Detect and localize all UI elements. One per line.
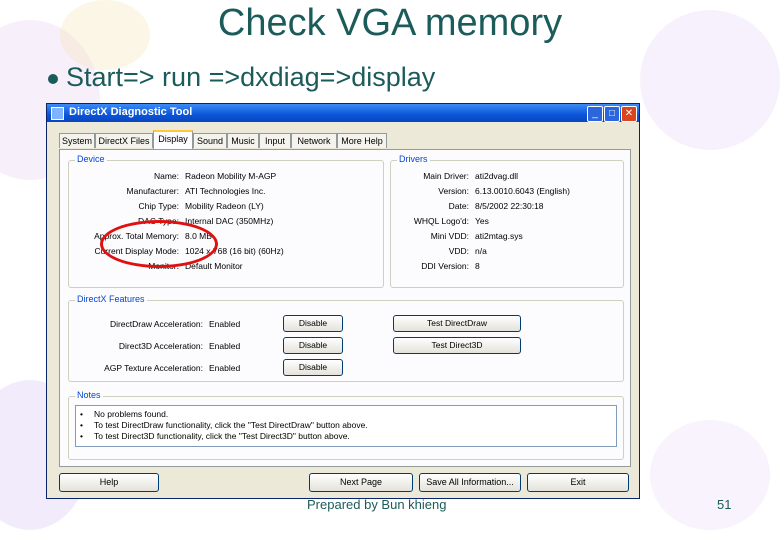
device-key-chip-type: Chip Type: <box>138 201 179 211</box>
bullet-dot-icon <box>48 73 58 84</box>
device-group-label: Device <box>75 154 107 164</box>
driver-key-ddi: DDI Version: <box>421 261 469 271</box>
driver-key-main: Main Driver: <box>423 171 469 181</box>
tab-system[interactable]: System <box>59 133 95 148</box>
minimize-button[interactable]: _ <box>587 106 603 122</box>
notes-box[interactable]: • No problems found. • To test DirectDraw … <box>75 405 617 447</box>
save-all-information-button[interactable]: Save All Information... <box>419 473 521 492</box>
help-button[interactable]: Help <box>59 473 159 492</box>
driver-key-version: Version: <box>438 186 469 196</box>
footer-text: Prepared by Bun khieng <box>307 497 447 512</box>
tab-music[interactable]: Music <box>227 133 259 148</box>
test-direct3d-button[interactable]: Test Direct3D <box>393 337 521 354</box>
page-number: 51 <box>717 497 732 512</box>
note-text: To test Direct3D functionality, click th… <box>94 431 350 441</box>
driver-key-mini-vdd: Mini VDD: <box>430 231 469 241</box>
test-directdraw-button[interactable]: Test DirectDraw <box>393 315 521 332</box>
driver-value-mini-vdd: ati2mtag.sys <box>475 231 523 241</box>
notes-group-label: Notes <box>75 390 103 400</box>
driver-value-whql: Yes <box>475 216 489 226</box>
maximize-button[interactable]: □ <box>604 106 620 122</box>
note-item: • No problems found. <box>80 409 168 419</box>
bullet-text: Start=> run =>dxdiag=>display <box>66 62 436 92</box>
bullet-icon: • <box>80 431 83 441</box>
disable-agp-button[interactable]: Disable <box>283 359 343 376</box>
feature-value-directdraw: Enabled <box>209 319 241 329</box>
disable-direct3d-button[interactable]: Disable <box>283 337 343 354</box>
disable-directdraw-button[interactable]: Disable <box>283 315 343 332</box>
window-titlebar[interactable]: DirectX Diagnostic Tool _ □ ✕ <box>47 104 639 122</box>
device-value-name: Radeon Mobility M-AGP <box>185 171 277 181</box>
feature-value-direct3d: Enabled <box>209 341 241 351</box>
drivers-group: Drivers Main Driver: ati2dvag.dll Versio… <box>390 154 624 288</box>
bullet-icon: • <box>80 420 83 430</box>
device-value-chip-type: Mobility Radeon (LY) <box>185 201 264 211</box>
feature-value-agp: Enabled <box>209 363 241 373</box>
exit-button[interactable]: Exit <box>527 473 629 492</box>
driver-value-date: 8/5/2002 22:30:18 <box>475 201 544 211</box>
note-text: To test DirectDraw functionality, click … <box>94 420 368 430</box>
background-decoration <box>650 420 770 530</box>
driver-value-main: ati2dvag.dll <box>475 171 519 181</box>
feature-key-agp: AGP Texture Acceleration: <box>104 363 203 373</box>
tab-network[interactable]: Network <box>291 133 337 148</box>
window-title: DirectX Diagnostic Tool <box>69 106 193 118</box>
device-value-dac-type: Internal DAC (350MHz) <box>185 216 274 226</box>
driver-key-vdd: VDD: <box>448 246 469 256</box>
display-panel: Device Name: Radeon Mobility M-AGP Manuf… <box>59 149 631 467</box>
next-page-button[interactable]: Next Page <box>309 473 413 492</box>
device-key-manufacturer: Manufacturer: <box>126 186 179 196</box>
device-group: Device Name: Radeon Mobility M-AGP Manuf… <box>68 154 384 288</box>
tab-input[interactable]: Input <box>259 133 291 148</box>
tab-sound[interactable]: Sound <box>193 133 227 148</box>
device-key-name: Name: <box>153 171 179 181</box>
tab-more-help[interactable]: More Help <box>337 133 387 148</box>
driver-key-whql: WHQL Logo'd: <box>413 216 469 226</box>
device-value-manufacturer: ATI Technologies Inc. <box>185 186 266 196</box>
slide-title: Check VGA memory <box>217 2 563 44</box>
drivers-group-label: Drivers <box>397 154 430 164</box>
tab-display[interactable]: Display <box>153 130 193 150</box>
highlight-ellipse <box>100 220 218 268</box>
app-icon <box>51 107 64 120</box>
bullet-line: Start=> run =>dxdiag=>display <box>48 62 435 93</box>
feature-key-directdraw: DirectDraw Acceleration: <box>109 319 203 329</box>
bullet-icon: • <box>80 409 83 419</box>
feature-key-direct3d: Direct3D Acceleration: <box>118 341 203 351</box>
note-item: • To test Direct3D functionality, click t… <box>80 431 350 441</box>
notes-group: Notes • No problems found. • To test Direc… <box>68 390 624 460</box>
driver-key-date: Date: <box>448 201 469 211</box>
note-item: • To test DirectDraw functionality, click… <box>80 420 368 430</box>
note-text: No problems found. <box>94 409 169 419</box>
tab-directx-files[interactable]: DirectX Files <box>95 133 153 148</box>
features-group-label: DirectX Features <box>75 294 147 304</box>
driver-value-version: 6.13.0010.6043 (English) <box>475 186 570 196</box>
close-button[interactable]: ✕ <box>621 106 637 122</box>
driver-value-ddi: 8 <box>475 261 480 271</box>
dxdiag-window: DirectX Diagnostic Tool _ □ ✕ System Dir… <box>46 103 640 499</box>
driver-value-vdd: n/a <box>475 246 487 256</box>
features-group: DirectX Features DirectDraw Acceleration… <box>68 294 624 382</box>
